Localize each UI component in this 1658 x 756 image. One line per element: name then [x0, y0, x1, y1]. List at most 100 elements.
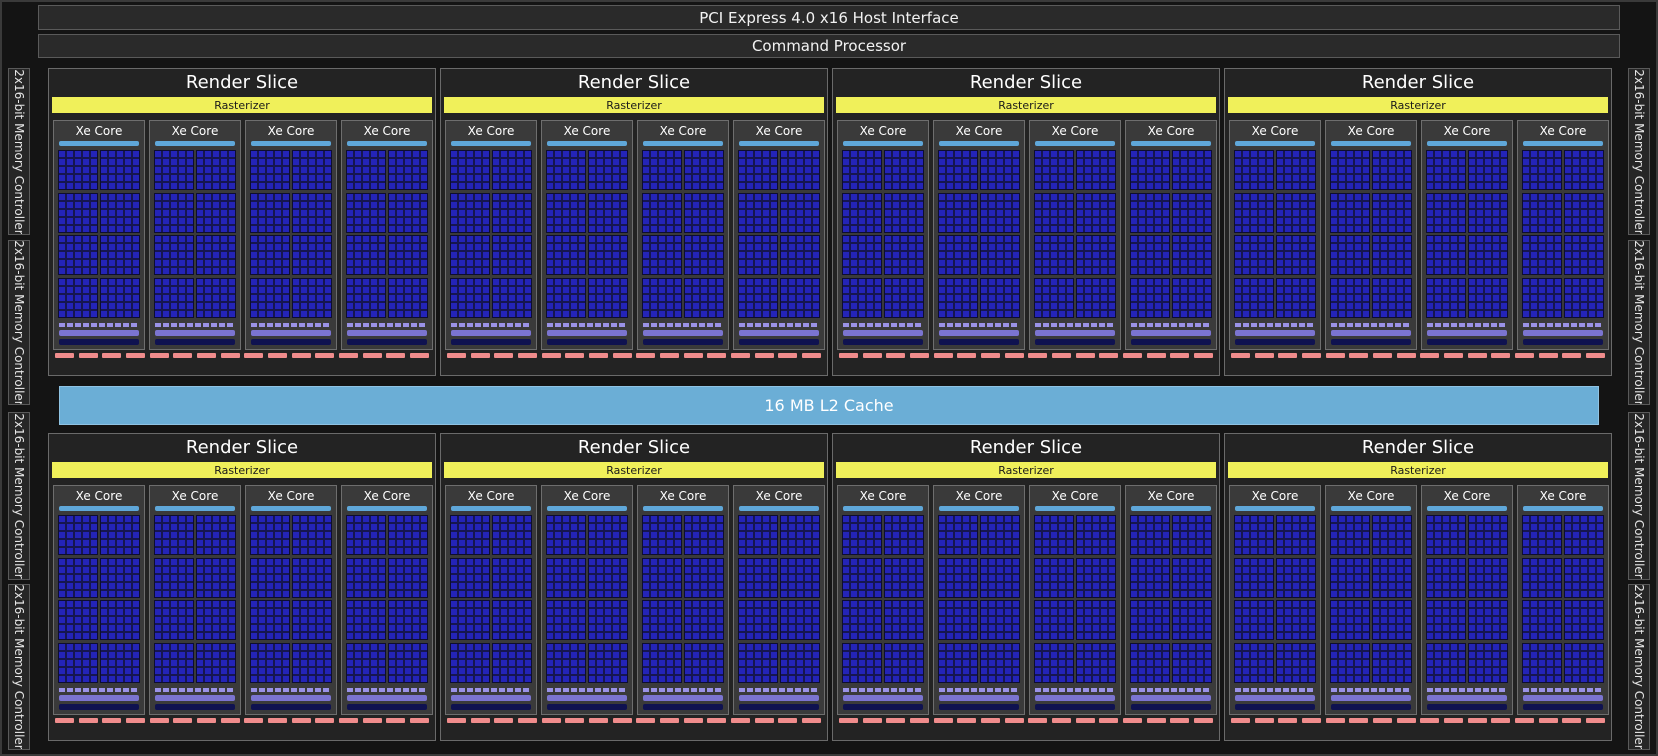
- vector-engine-row: [1034, 235, 1116, 276]
- fixed-function-unit: [1170, 718, 1190, 723]
- memory-controller: 2x16-bit Memory Controller: [1628, 412, 1650, 580]
- vector-engine: [58, 642, 98, 683]
- vector-engine: [1034, 600, 1074, 641]
- xe-core-instruction-cache: [1131, 506, 1211, 511]
- vector-engine-row: [546, 600, 628, 641]
- vector-engine-row: [346, 600, 428, 641]
- vector-engine: [346, 277, 386, 318]
- vector-engine: [1468, 192, 1508, 233]
- vector-engine-row: [154, 235, 236, 276]
- fixed-function-unit: [1396, 718, 1416, 723]
- xe-core: Xe Core: [933, 485, 1025, 715]
- fixed-function-unit: [55, 718, 74, 723]
- vector-engine-row: [346, 515, 428, 555]
- vector-engine: [1276, 557, 1316, 598]
- vector-engine: [1034, 642, 1074, 683]
- xe-core-load-store: [251, 688, 331, 692]
- fixed-function-unit: [778, 718, 798, 723]
- vector-engine-row: [1522, 515, 1604, 555]
- vector-engines: [842, 515, 924, 683]
- xe-core-l1-cache: [1523, 695, 1603, 701]
- fixed-function-unit: [517, 353, 537, 358]
- xe-core-l1-cache: [939, 695, 1019, 701]
- xe-core-title: Xe Core: [659, 124, 707, 138]
- vector-engine-row: [842, 557, 924, 598]
- vector-engine: [738, 515, 778, 555]
- xe-core: Xe Core: [1325, 485, 1417, 715]
- vector-engine: [450, 642, 490, 683]
- vector-engine: [684, 150, 724, 190]
- fixed-function-unit: [933, 353, 953, 358]
- xe-core-load-store: [939, 688, 1019, 692]
- memory-controller-label: 2x16-bit Memory Controller: [1632, 584, 1646, 750]
- vector-engine-row: [738, 642, 820, 683]
- fixed-function-unit: [494, 353, 514, 358]
- vector-engine: [1468, 557, 1508, 598]
- fixed-function-unit: [470, 718, 490, 723]
- xe-core-title: Xe Core: [363, 489, 411, 503]
- vector-engine-row: [346, 150, 428, 190]
- vector-engine-row: [1130, 642, 1212, 683]
- memory-controller: 2x16-bit Memory Controller: [1628, 68, 1650, 235]
- vector-engine: [1276, 515, 1316, 555]
- vector-engines: [1426, 515, 1508, 683]
- vector-engine: [642, 150, 682, 190]
- vector-engine-row: [1522, 235, 1604, 276]
- fixed-function-unit: [980, 718, 1000, 723]
- vector-engine: [642, 192, 682, 233]
- vector-engine: [346, 150, 386, 190]
- fixed-function-units: [1231, 718, 1605, 723]
- vector-engine: [450, 235, 490, 276]
- vector-engine-row: [58, 235, 140, 276]
- xe-core-l1-cache: [1235, 695, 1315, 701]
- fixed-function-unit: [447, 718, 466, 723]
- vector-engine: [1468, 150, 1508, 190]
- vector-engine-row: [642, 642, 724, 683]
- vector-engine: [1426, 150, 1466, 190]
- vector-engine-row: [1034, 642, 1116, 683]
- xe-core-l1-cache: [739, 330, 819, 336]
- fixed-function-unit: [1122, 718, 1142, 723]
- xe-core: Xe Core: [245, 485, 337, 715]
- vector-engine: [196, 235, 236, 276]
- fixed-function-unit: [149, 353, 169, 358]
- fixed-function-unit: [1349, 718, 1369, 723]
- fixed-function-unit: [1146, 353, 1166, 358]
- xe-core-l1-cache: [251, 695, 331, 701]
- vector-engine: [546, 515, 586, 555]
- vector-engine: [346, 600, 386, 641]
- vector-engine-row: [1034, 557, 1116, 598]
- vector-engine: [346, 557, 386, 598]
- vector-engine: [100, 235, 140, 276]
- vector-engine: [388, 557, 428, 598]
- vector-engine: [1564, 557, 1604, 598]
- vector-engine: [588, 192, 628, 233]
- vector-engines: [450, 515, 532, 683]
- vector-engine: [58, 150, 98, 190]
- fixed-function-unit: [102, 353, 122, 358]
- vector-engine-row: [642, 150, 724, 190]
- xe-core-load-store: [547, 688, 627, 692]
- xe-core-title: Xe Core: [1539, 124, 1587, 138]
- memory-controller-label: 2x16-bit Memory Controller: [12, 240, 26, 405]
- vector-engine-row: [450, 277, 532, 318]
- vector-engine: [780, 642, 820, 683]
- xe-core-load-store: [451, 688, 531, 692]
- vector-engine: [780, 557, 820, 598]
- vector-engine-row: [738, 600, 820, 641]
- fixed-function-unit: [196, 353, 216, 358]
- xe-core-l1-cache: [1131, 330, 1211, 336]
- xe-core-title: Xe Core: [1443, 489, 1491, 503]
- vector-engine: [1130, 277, 1170, 318]
- vector-engine: [1076, 642, 1116, 683]
- xe-core-load-store: [251, 323, 331, 327]
- vector-engine: [588, 642, 628, 683]
- vector-engine: [1172, 150, 1212, 190]
- render-slice: Render Slice Rasterizer Xe Core Xe Core Xe C…: [1224, 68, 1612, 376]
- fixed-function-unit: [196, 718, 216, 723]
- xe-core: Xe Core: [1421, 120, 1513, 350]
- xe-core-instruction-cache: [643, 141, 723, 146]
- xe-core: Xe Core: [1029, 120, 1121, 350]
- vector-engine: [58, 235, 98, 276]
- fixed-function-unit: [470, 353, 490, 358]
